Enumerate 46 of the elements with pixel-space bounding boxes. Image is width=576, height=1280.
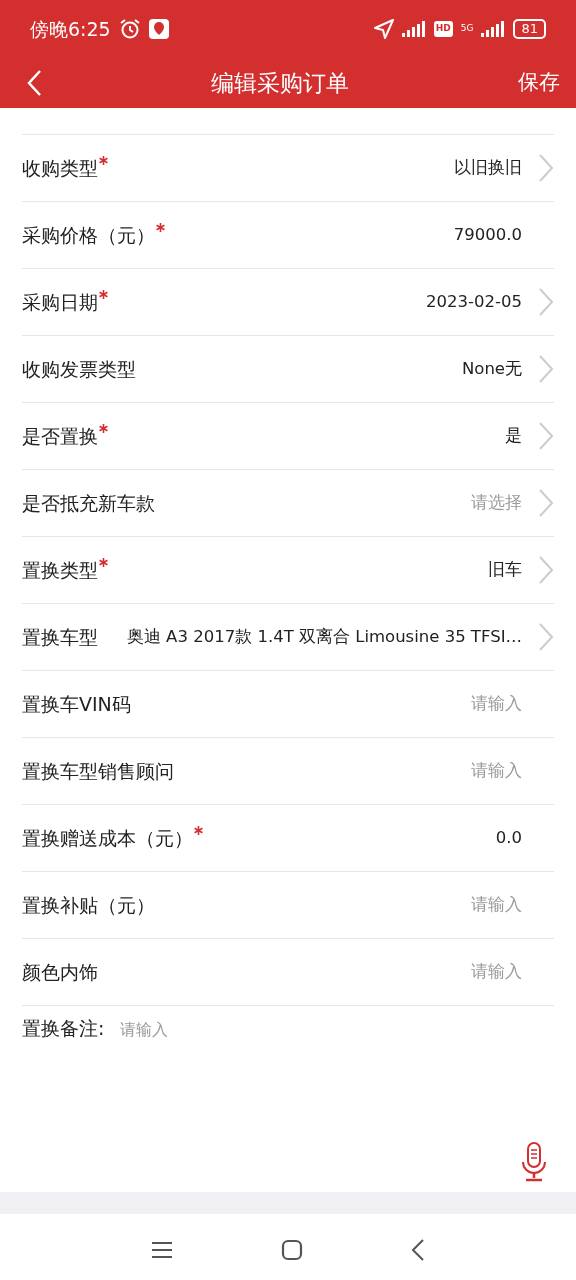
back-icon[interactable] <box>411 1239 425 1261</box>
page-title: 编辑采购订单 <box>210 68 350 98</box>
signal-icon <box>481 21 506 37</box>
field-value[interactable]: 以旧换旧 <box>124 155 522 181</box>
field-label: 置换车型 <box>22 624 98 650</box>
alarm-clock-icon <box>118 18 141 40</box>
field-value[interactable]: 是 <box>124 423 522 449</box>
field-label: 置换补贴（元） <box>22 892 155 918</box>
home-icon[interactable] <box>281 1239 303 1261</box>
chevron-right-icon <box>538 622 554 652</box>
map-pin-icon <box>148 18 169 40</box>
field-value[interactable]: 0.0 <box>219 825 522 851</box>
field-label: 颜色内饰 <box>22 959 98 985</box>
chevron-right-icon <box>538 354 554 384</box>
back-button[interactable] <box>26 69 42 97</box>
field-value[interactable]: 旧车 <box>124 557 522 583</box>
field-value[interactable]: None无 <box>152 356 522 382</box>
hd-label: HD <box>433 21 453 37</box>
field-label: 采购价格（元） <box>22 222 155 248</box>
chevron-right-icon <box>538 488 554 518</box>
network-label: 5G <box>460 22 474 36</box>
field-label: 置换车VIN码 <box>22 691 131 717</box>
field-value[interactable]: 奥迪 A3 2017款 1.4T 双离合 Limousine 35 TFSI… <box>114 624 522 650</box>
back-icon <box>26 69 42 97</box>
location-arrow-icon <box>373 19 394 39</box>
field-label: 置换类型 <box>22 557 98 583</box>
status-time: 傍晚6:25 <box>30 16 111 42</box>
field-value[interactable]: 2023-02-05 <box>124 289 522 315</box>
chevron-right-icon <box>538 555 554 585</box>
field-label: 采购日期 <box>22 289 98 315</box>
field-label: 是否抵充新车款 <box>22 490 155 516</box>
field-value[interactable]: 79000.0 <box>181 222 522 248</box>
chevron-right-icon <box>538 153 554 183</box>
field-label: 置换车型销售顾问 <box>22 758 174 784</box>
field-label: 置换赠送成本（元） <box>22 825 193 851</box>
field-label: 是否置换 <box>22 423 98 449</box>
field-label: 收购类型 <box>22 155 98 181</box>
chevron-right-icon <box>538 287 554 317</box>
microphone-icon[interactable] <box>520 1142 548 1182</box>
field-label: 收购发票类型 <box>22 356 136 382</box>
save-button[interactable]: 保存 <box>518 67 560 99</box>
menu-icon[interactable] <box>151 1241 173 1259</box>
battery-level: 81 <box>513 19 546 39</box>
signal-icon <box>401 21 426 37</box>
chevron-right-icon <box>538 421 554 451</box>
remark-label: 置换备注: <box>22 1016 105 1041</box>
